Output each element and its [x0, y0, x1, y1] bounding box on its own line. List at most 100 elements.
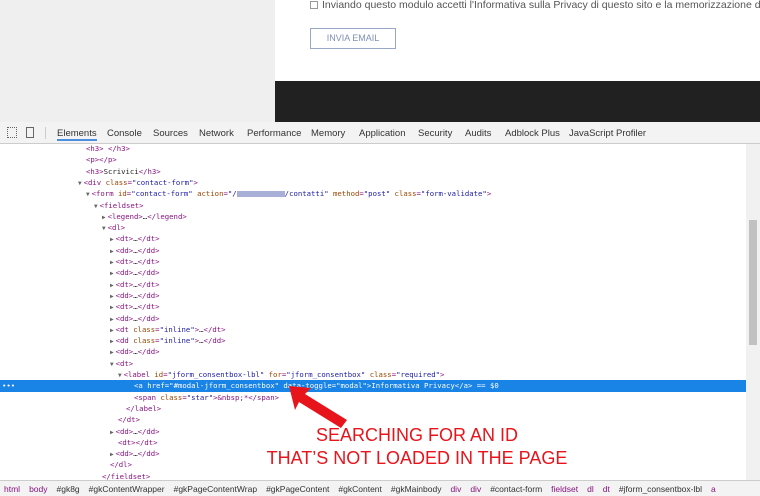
consent-checkbox[interactable] [310, 1, 318, 9]
expand-toggle-icon[interactable]: ▶ [110, 304, 114, 311]
tab-application[interactable]: Application [359, 128, 405, 139]
tree-node[interactable]: ▶ <dd>…</dd> [110, 267, 160, 278]
selected-node[interactable]: ••• <a href="#modal-jform_consentbox" dat… [0, 380, 746, 392]
node-markup: <dd>…</dd> [115, 245, 160, 255]
tree-node[interactable]: </dt> [118, 414, 140, 425]
consent-checkbox-row[interactable]: Inviando questo modulo accetti l'Informa… [310, 0, 760, 11]
breadcrumb-item[interactable]: html [4, 484, 20, 494]
scrollbar-thumb[interactable] [749, 220, 757, 345]
scrollbar[interactable] [746, 144, 760, 480]
node-markup: <dd>…</dd> [115, 268, 160, 278]
breadcrumb-item[interactable]: #gkMainbody [391, 484, 442, 494]
tab-adblock-plus[interactable]: Adblock Plus [505, 128, 560, 139]
red-arrow-icon [289, 386, 347, 428]
tree-node[interactable]: ▶ <dd>…</dd> [110, 346, 160, 357]
page-footer [275, 81, 760, 122]
tab-network[interactable]: Network [199, 128, 234, 139]
tree-node[interactable]: ▶ <dd>…</dd> [110, 245, 160, 256]
breadcrumb-item[interactable]: fieldset [551, 484, 578, 494]
tree-node[interactable]: ▶ <dd class="inline">…</dd> [110, 335, 226, 346]
tab-audits[interactable]: Audits [465, 128, 491, 139]
tree-node[interactable]: ▶ <dd>…</dd> [110, 313, 160, 324]
consent-text: Inviando questo modulo accetti l'Informa… [322, 0, 760, 11]
tree-node[interactable]: ▼ <dl> [102, 222, 125, 233]
send-email-button[interactable]: INVIA EMAIL [310, 28, 396, 49]
node-markup: <dt></dt> [118, 437, 158, 447]
tree-node[interactable]: ▼ <div class="contact-form"> [78, 177, 198, 188]
tab-elements[interactable]: Elements [57, 128, 97, 141]
expand-toggle-icon[interactable]: ▶ [110, 429, 114, 436]
tree-node[interactable]: <p></p> [86, 154, 117, 165]
expand-toggle-icon[interactable]: ▶ [110, 236, 114, 243]
tree-node[interactable]: <span class="star">&nbsp;*</span> [134, 392, 279, 403]
node-markup: <span class="star">&nbsp;*</span> [134, 392, 279, 402]
breadcrumb: html body #gk8g #gkContentWrapper #gkPageCon… [0, 480, 760, 496]
tree-node[interactable]: ▶ <dd>…</dd> [110, 426, 160, 437]
breadcrumb-item[interactable]: a [711, 484, 716, 494]
tree-node[interactable]: ▶ <dd>…</dd> [110, 448, 160, 459]
breadcrumb-item[interactable]: body [29, 484, 47, 494]
expand-toggle-icon[interactable]: ▶ [110, 316, 114, 323]
tab-security[interactable]: Security [418, 128, 452, 139]
breadcrumb-item[interactable]: div [450, 484, 461, 494]
expand-toggle-icon[interactable]: ▶ [110, 349, 114, 356]
tree-node[interactable]: ▼ <form id="contact-form" action="//conta… [86, 188, 491, 199]
breadcrumb-item[interactable]: #jform_consentbox-lbl [619, 484, 702, 494]
expand-toggle-icon[interactable]: ▶ [102, 214, 106, 221]
expand-toggle-icon[interactable]: ▶ [110, 248, 114, 255]
tree-node[interactable]: <h3>Scrivici</h3> [86, 166, 161, 177]
annotation-line-1: SEARCHING FOR AN ID [315, 425, 519, 445]
tree-node[interactable]: ▶ <dt class="inline">…</dt> [110, 324, 226, 335]
node-markup: <dt class="inline">…</dt> [115, 324, 226, 334]
expand-toggle-icon[interactable]: ▶ [110, 259, 114, 266]
tree-node[interactable]: ▶ <dt>…</dt> [110, 233, 160, 244]
expand-toggle-icon[interactable]: ▶ [110, 282, 114, 289]
tree-node[interactable]: </dl> [110, 459, 132, 470]
node-markup: <dd>…</dd> [115, 313, 160, 323]
expand-toggle-icon[interactable]: ▶ [110, 338, 114, 345]
expand-toggle-icon[interactable]: ▶ [110, 327, 114, 334]
expand-toggle-icon[interactable]: ▼ [94, 203, 98, 210]
annotation: SEARCHING FOR AN ID THAT’S NOT LOADED IN… [222, 424, 612, 470]
tree-node[interactable]: ▶ <dt>…</dt> [110, 279, 160, 290]
node-markup: <dt>…</dt> [115, 302, 160, 312]
breadcrumb-item[interactable]: #gkPageContent [266, 484, 329, 494]
breadcrumb-item[interactable]: #gkContentWrapper [89, 484, 165, 494]
breadcrumb-item[interactable]: #gkPageContentWrap [174, 484, 257, 494]
expand-toggle-icon[interactable]: ▶ [110, 270, 114, 277]
tree-node[interactable]: ▶ <dt>…</dt> [110, 256, 160, 267]
tree-node[interactable]: ▶ <legend>…</legend> [102, 211, 187, 222]
tree-node[interactable]: ▼ <label id="jform_consentbox-lbl" for="j… [118, 369, 444, 380]
node-markup: <dd>…</dd> [115, 449, 160, 459]
expand-toggle-icon[interactable]: ▶ [110, 293, 114, 300]
expand-toggle-icon[interactable]: ▼ [102, 225, 106, 232]
tree-node[interactable]: <h3> </h3> [86, 143, 130, 154]
breadcrumb-item[interactable]: #gk8g [57, 484, 80, 494]
tree-node[interactable]: ▶ <dt>…</dt> [110, 301, 160, 312]
breadcrumb-item[interactable]: #contact-form [490, 484, 542, 494]
tree-node[interactable]: ▼ <dt> [110, 358, 133, 369]
tab-javascript-profiler[interactable]: JavaScript Profiler [569, 128, 646, 139]
tree-node[interactable]: ▶ <dd>…</dd> [110, 290, 160, 301]
tab-memory[interactable]: Memory [311, 128, 345, 139]
breadcrumb-item[interactable]: dl [587, 484, 594, 494]
expand-toggle-icon[interactable]: ▼ [110, 361, 114, 368]
inspect-element-icon[interactable] [7, 127, 17, 138]
breadcrumb-item[interactable]: dt [603, 484, 610, 494]
node-markup: </dt> [118, 415, 140, 425]
expand-toggle-icon[interactable]: ▼ [78, 180, 82, 187]
tab-performance[interactable]: Performance [247, 128, 301, 139]
node-markup: <label id="jform_consentbox-lbl" for="jf… [123, 370, 445, 379]
expand-toggle-icon[interactable]: ▶ [110, 451, 114, 458]
tree-node[interactable]: </label> [126, 403, 161, 414]
device-toolbar-icon[interactable] [26, 127, 34, 138]
expand-toggle-icon[interactable]: ▼ [86, 191, 90, 198]
tree-node[interactable]: <dt></dt> [118, 437, 158, 448]
tree-node[interactable]: ▼ <fieldset> [94, 200, 144, 211]
tab-console[interactable]: Console [107, 128, 142, 139]
breadcrumb-item[interactable]: #gkContent [338, 484, 381, 494]
breadcrumb-item[interactable]: div [470, 484, 481, 494]
expand-toggle-icon[interactable]: ▼ [118, 372, 122, 379]
node-markup: <dt> [115, 358, 134, 368]
tab-sources[interactable]: Sources [153, 128, 188, 139]
